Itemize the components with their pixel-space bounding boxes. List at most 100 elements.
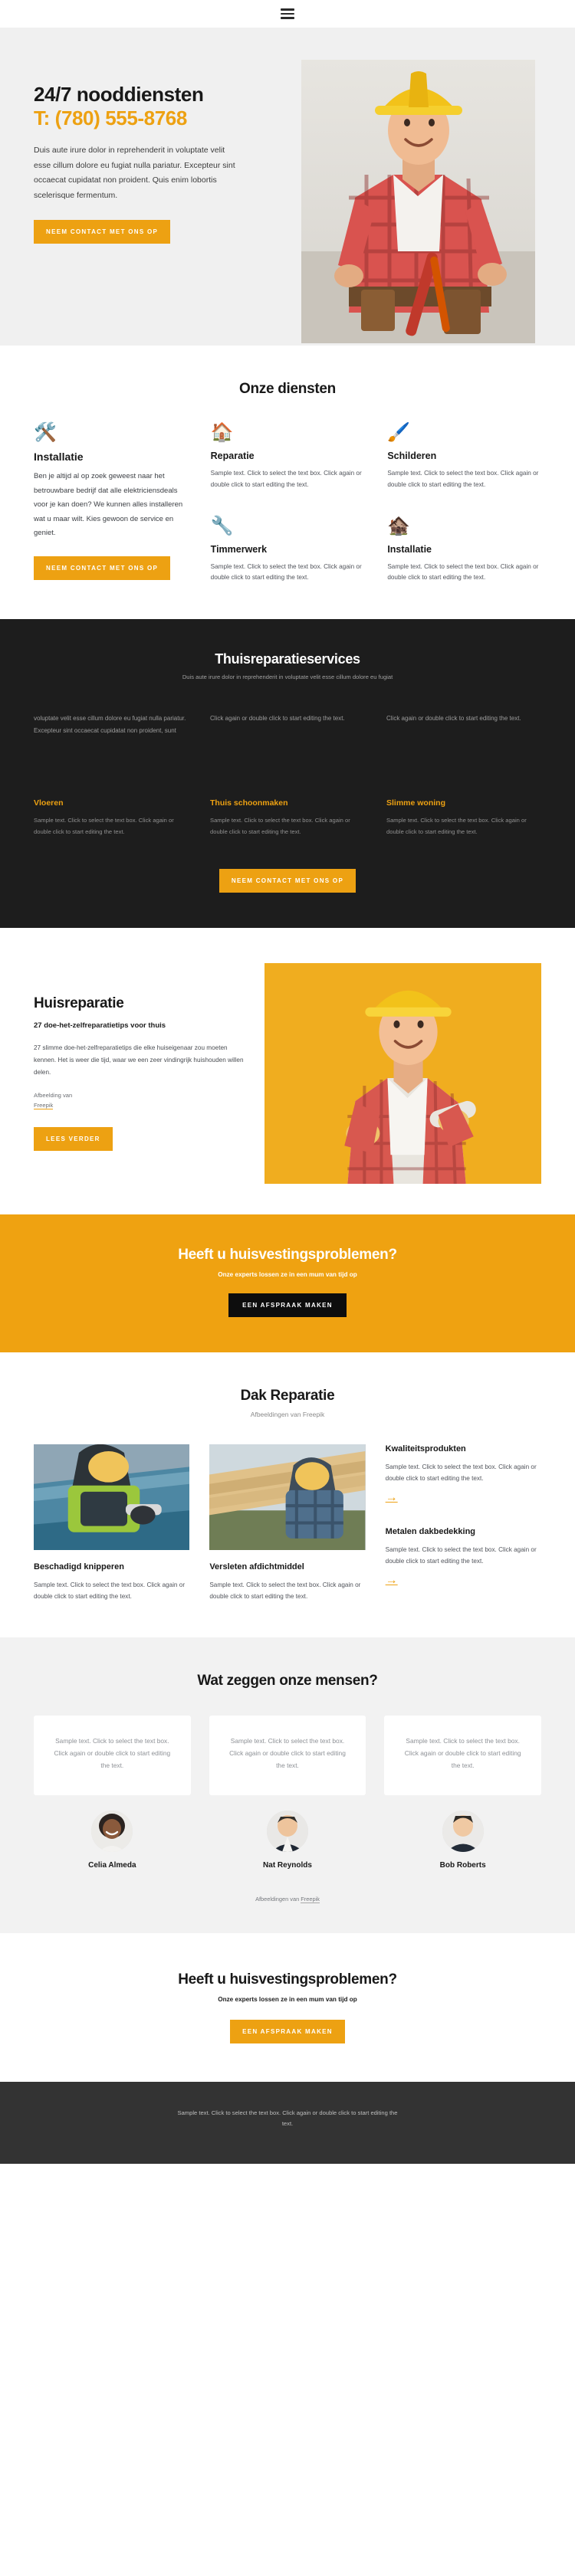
roof-feature-kwaliteitsprodukten: Kwaliteitsprodukten Sample text. Click t… — [386, 1444, 541, 1504]
arrow-right-icon[interactable]: → — [386, 1575, 541, 1587]
dark-column-heading: Slimme woning — [386, 798, 446, 808]
services-contact-button[interactable]: NEEM CONTACT MET ONS OP — [34, 556, 171, 580]
top-navigation-bar — [0, 0, 575, 28]
dark-column-body: Sample text. Click to select the text bo… — [210, 817, 350, 835]
testimonial-quote: Sample text. Click to select the text bo… — [404, 1737, 521, 1769]
home-repair-services-section: Thuisreparatieservices Duis aute irure d… — [0, 619, 575, 928]
arrow-right-icon[interactable]: → — [386, 1492, 541, 1504]
service-text: Sample text. Click to select the text bo… — [210, 562, 362, 582]
service-card-reparatie: 🏠 Reparatie Sample text. Click to select… — [211, 424, 365, 491]
service-text: Sample text. Click to select the text bo… — [210, 470, 362, 488]
service-card-schilderen: 🖌️ Schilderen Sample text. Click to sele… — [387, 424, 541, 491]
roof-feature-title: Kwaliteitsprodukten — [385, 1444, 466, 1454]
service-title: Installatie — [34, 451, 84, 463]
dark-section-subtitle: Duis aute irure dolor in reprehenderit i… — [182, 673, 393, 681]
hero-title: 24/7 nooddiensten — [34, 83, 204, 106]
bottom-cta-appointment-button[interactable]: EEN AFSPRAAK MAKEN — [230, 2019, 345, 2043]
service-title: Installatie — [387, 543, 432, 555]
credit-prefix: Afbeelding van — [34, 1091, 73, 1099]
hamburger-menu-icon[interactable] — [281, 8, 294, 19]
roof-feature-metalen-dakbedekking: Metalen dakbedekking Sample text. Click … — [386, 1527, 541, 1587]
service-text: Ben je altijd al op zoek geweest naar he… — [34, 472, 183, 538]
testimonials-title: Wat zeggen onze mensen? — [197, 1673, 378, 1689]
huisreparatie-photo — [264, 962, 541, 1184]
testimonial-celia-almeda: Sample text. Click to select the text bo… — [34, 1716, 191, 1870]
credit-link[interactable]: Freepik — [301, 1895, 320, 1903]
services-grid: 🛠️ Installatie Ben je altijd al op zoek … — [34, 424, 541, 584]
service-text: Sample text. Click to select the text bo… — [387, 562, 539, 582]
service-card-installatie: 🛠️ Installatie Ben je altijd al op zoek … — [34, 424, 188, 584]
huisreparatie-lead: 27 doe-het-zelfreparatietips voor thuis — [34, 1021, 166, 1030]
burger-line — [281, 12, 294, 15]
dark-contact-button[interactable]: NEEM CONTACT MET ONS OP — [219, 868, 356, 893]
huisreparatie-image-credit: Afbeelding van Freepik — [34, 1091, 248, 1111]
huisreparatie-image-column — [264, 962, 575, 1184]
dark-column-vloeren: voluptate velit esse cillum dolore eu fu… — [34, 713, 189, 838]
burger-line — [281, 8, 294, 11]
huisreparatie-title: Huisreparatie — [34, 995, 124, 1011]
mid-cta-subtitle: Onze experts lossen ze in een mum van ti… — [218, 1270, 357, 1278]
hero-phone-number[interactable]: T: (780) 555-8768 — [34, 107, 288, 130]
hero-contact-button[interactable]: NEEM CONTACT MET ONS OP — [34, 220, 171, 244]
roof-feature-text: Sample text. Click to select the text bo… — [385, 1463, 537, 1482]
huisreparatie-section: Huisreparatie 27 doe-het-zelfreparatieti… — [0, 928, 575, 1214]
mid-cta-section: Heeft u huisvestingsproblemen? Onze expe… — [0, 1214, 575, 1352]
dark-column-intro: Click again or double click to start edi… — [386, 715, 521, 723]
roof-grid: Beschadigd knipperen Sample text. Click … — [34, 1444, 541, 1602]
services-section: Onze diensten 🛠️ Installatie Ben je alti… — [0, 346, 575, 620]
huisreparatie-text-block: Huisreparatie 27 doe-het-zelfreparatieti… — [0, 963, 264, 1184]
dark-columns-grid: voluptate velit esse cillum dolore eu fu… — [34, 713, 541, 838]
credit-link[interactable]: Freepik — [34, 1101, 54, 1109]
dark-column-body: Sample text. Click to select the text bo… — [386, 817, 527, 835]
roof-card-text: Sample text. Click to select the text bo… — [34, 1581, 186, 1600]
testimonials-grid: Sample text. Click to select the text bo… — [34, 1716, 541, 1870]
service-text: Sample text. Click to select the text bo… — [387, 470, 539, 488]
roof-repair-section: Dak Reparatie Afbeeldingen van Freepik B… — [0, 1352, 575, 1637]
testimonial-name: Celia Almeda — [88, 1860, 136, 1870]
roof-card-text: Sample text. Click to select the text bo… — [209, 1581, 361, 1600]
testimonial-nat-reynolds: Sample text. Click to select the text bo… — [209, 1716, 366, 1870]
landing-page: 24/7 nooddiensten T: (780) 555-8768 Duis… — [0, 0, 575, 2164]
testimonial-card: Sample text. Click to select the text bo… — [384, 1716, 541, 1795]
testimonial-name: Bob Roberts — [439, 1860, 486, 1870]
testimonials-section: Wat zeggen onze mensen? Sample text. Cli… — [0, 1637, 575, 1933]
dark-cta-wrapper: NEEM CONTACT MET ONS OP — [34, 868, 541, 893]
roof-feature-title: Metalen dakbedekking — [385, 1527, 476, 1536]
testimonials-image-credit: Afbeeldingen van Freepik — [34, 1895, 541, 1903]
hero-image-column — [288, 28, 575, 346]
testimonial-person: Celia Almeda — [34, 1810, 191, 1870]
roof-card-title: Beschadigd knipperen — [34, 1562, 124, 1571]
hero-description: Duis aute irure dolor in reprehenderit i… — [34, 146, 235, 200]
house-with-wrench-icon: 🏠 — [210, 422, 234, 443]
service-title: Reparatie — [210, 451, 255, 461]
service-title: Schilderen — [387, 451, 437, 461]
bottom-cta-section: Heeft u huisvestingsproblemen? Onze expe… — [0, 1932, 575, 2082]
roof-card-title: Versleten afdichtmiddel — [209, 1562, 304, 1571]
hero-text-block: 24/7 nooddiensten T: (780) 555-8768 Duis… — [0, 28, 288, 346]
huisreparatie-body: 27 slimme doe-het-zelfreparatietips die … — [34, 1044, 244, 1076]
service-title: Timmerwerk — [210, 543, 268, 555]
dark-column-intro: voluptate velit esse cillum dolore eu fu… — [34, 715, 186, 734]
roof-title: Dak Reparatie — [240, 1387, 335, 1404]
footer-text: Sample text. Click to select the text bo… — [177, 2109, 398, 2128]
avatar — [91, 1810, 133, 1852]
dark-column-thuis-schoonmaken: Click again or double click to start edi… — [210, 713, 365, 838]
testimonial-quote: Sample text. Click to select the text bo… — [229, 1737, 346, 1769]
roof-feature-text: Sample text. Click to select the text bo… — [385, 1546, 537, 1565]
burger-line — [281, 17, 294, 19]
mid-cta-appointment-button[interactable]: EEN AFSPRAAK MAKEN — [228, 1293, 347, 1317]
dark-section-title: Thuisreparatieservices — [215, 651, 360, 667]
house-with-toolbox-icon: 🏚️ — [387, 515, 411, 536]
roof-photo-cutting-metal — [34, 1444, 190, 1550]
testimonial-card: Sample text. Click to select the text bo… — [209, 1716, 366, 1795]
testimonial-name: Nat Reynolds — [263, 1860, 312, 1870]
testimonial-bob-roberts: Sample text. Click to select the text bo… — [384, 1716, 541, 1870]
testimonial-card: Sample text. Click to select the text bo… — [34, 1716, 191, 1795]
read-more-button[interactable]: LEES VERDER — [34, 1127, 113, 1152]
dark-column-heading: Vloeren — [34, 798, 64, 808]
testimonial-person: Bob Roberts — [384, 1810, 541, 1870]
roof-photo-carrying-timber — [209, 1444, 366, 1550]
dark-column-body: Sample text. Click to select the text bo… — [34, 817, 174, 835]
dark-column-heading: Thuis schoonmaken — [210, 798, 288, 808]
footer: Sample text. Click to select the text bo… — [0, 2081, 575, 2164]
